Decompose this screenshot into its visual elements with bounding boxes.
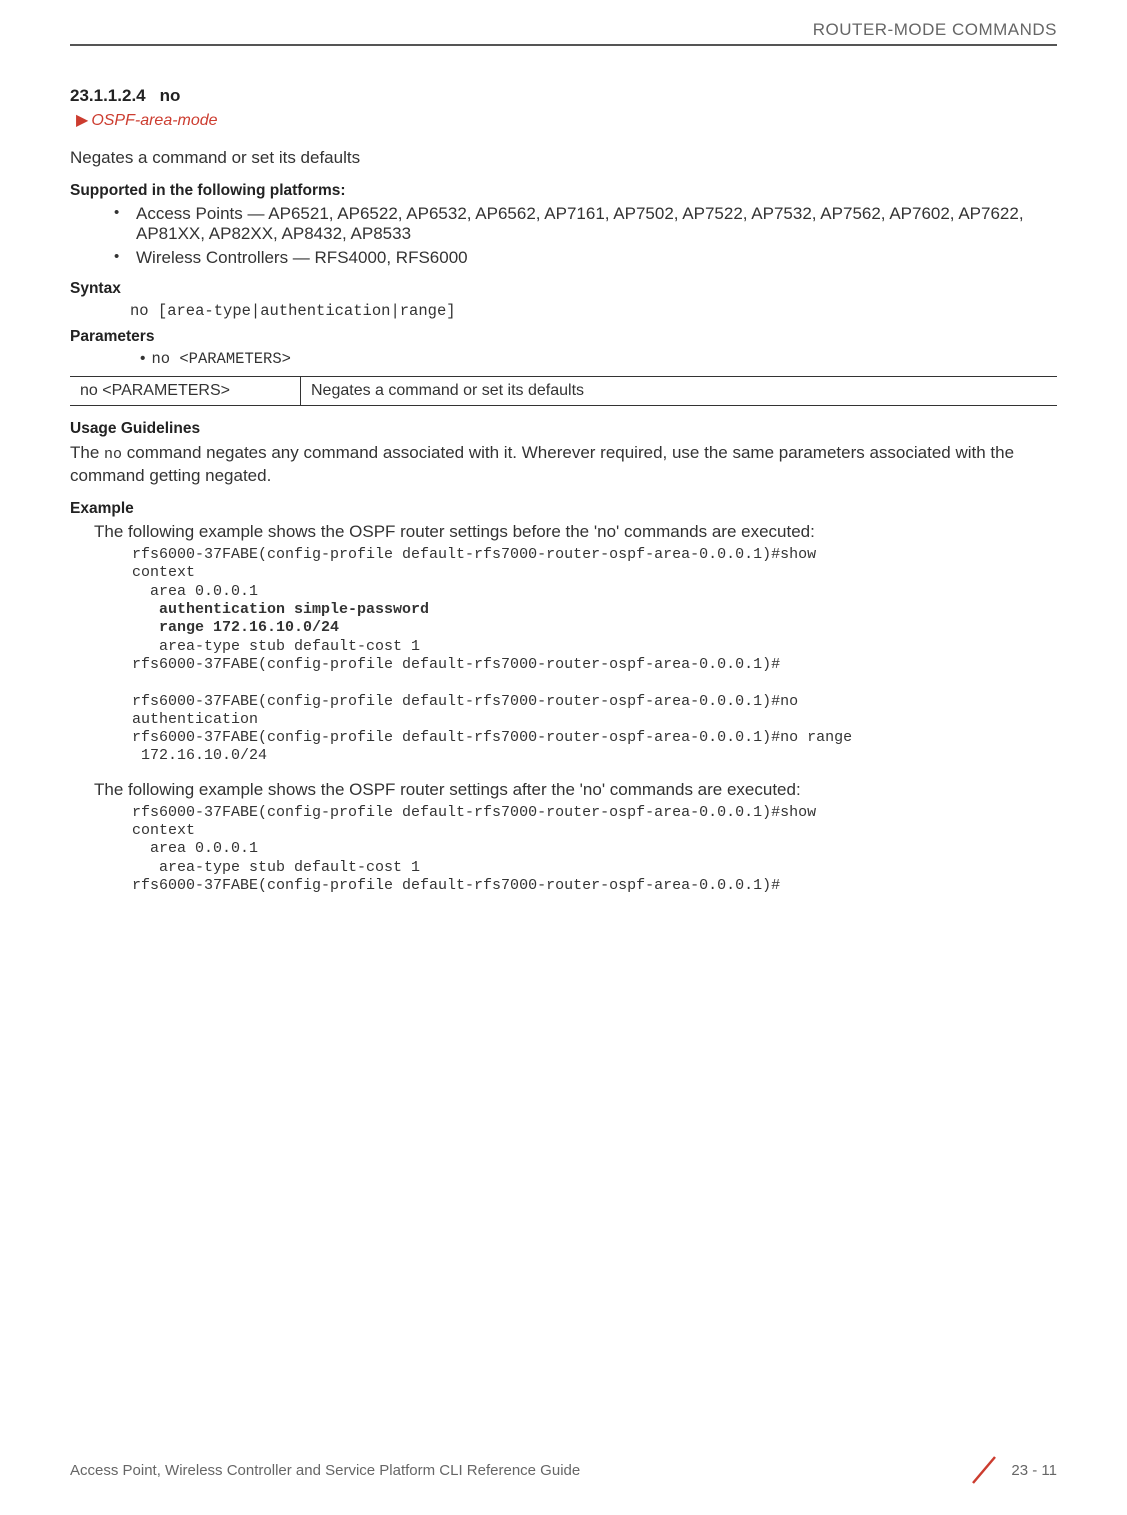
parameters-table: no <PARAMETERS> Negates a command or set… [70,376,1057,406]
cli-line: 172.16.10.0/24 [132,747,267,764]
usage-text-after: command negates any command associated w… [70,443,1014,485]
footer-page-number: 23 - 11 [1011,1462,1057,1479]
cli-line: rfs6000-37FABE(config-profile default-rf… [132,546,825,563]
breadcrumb-text: OSPF-area-mode [91,112,217,129]
cli-line: range 172.16.10.0/24 [132,619,339,636]
cli-line: area-type stub default-cost 1 [132,638,420,655]
cli-line: rfs6000-37FABE(config-profile default-rf… [132,877,780,894]
breadcrumb: ▶OSPF-area-mode [76,110,1057,130]
cli-block-1: rfs6000-37FABE(config-profile default-rf… [132,546,1057,766]
supported-list: Access Points — AP6521, AP6522, AP6532, … [70,204,1057,268]
param-desc-cell: Negates a command or set its defaults [301,377,1058,406]
example-intro-1: The following example shows the OSPF rou… [94,522,1057,542]
cli-line: area-type stub default-cost 1 [132,859,420,876]
header-rule [70,44,1057,46]
example-intro-2: The following example shows the OSPF rou… [94,780,1057,800]
cli-line: rfs6000-37FABE(config-profile default-rf… [132,693,807,710]
supported-heading: Supported in the following platforms: [70,182,1057,200]
cli-line: authentication [132,711,258,728]
usage-heading: Usage Guidelines [70,420,1057,438]
usage-text: The no command negates any command assoc… [70,442,1057,488]
usage-text-before: The [70,443,104,462]
example-heading: Example [70,500,1057,518]
bullet-dot-icon: • [140,350,145,367]
section-number: 23.1.1.2.4 [70,86,146,105]
cli-line: area 0.0.0.1 [132,583,258,600]
table-row: no <PARAMETERS> Negates a command or set… [70,377,1057,406]
cli-line: area 0.0.0.1 [132,840,258,857]
section-title: no [160,86,181,105]
cli-line: rfs6000-37FABE(config-profile default-rf… [132,729,852,746]
breadcrumb-arrow-icon: ▶ [76,110,88,130]
cli-line: authentication simple-password [132,601,429,618]
usage-inline-code: no [104,446,122,463]
section-heading: 23.1.1.2.4 no [70,86,1057,106]
page-footer: Access Point, Wireless Controller and Se… [70,1453,1057,1487]
parameter-code: no <PARAMETERS> [151,350,291,368]
footer-page-box: 23 - 11 [967,1453,1057,1487]
syntax-code: no [area-type|authentication|range] [130,302,1057,320]
parameters-heading: Parameters [70,328,1057,346]
slash-divider-icon [967,1453,1001,1487]
cli-line: context [132,564,195,581]
cli-line: context [132,822,195,839]
syntax-heading: Syntax [70,280,1057,298]
list-item: Wireless Controllers — RFS4000, RFS6000 [114,248,1057,268]
section-description: Negates a command or set its defaults [70,148,1057,168]
cli-block-2: rfs6000-37FABE(config-profile default-rf… [132,804,1057,895]
running-header: ROUTER-MODE COMMANDS [70,20,1057,44]
parameter-bullet: • no <PARAMETERS> [140,350,1057,368]
footer-guide-name: Access Point, Wireless Controller and Se… [70,1462,580,1479]
list-item: Access Points — AP6521, AP6522, AP6532, … [114,204,1057,244]
cli-line: rfs6000-37FABE(config-profile default-rf… [132,656,780,673]
cli-line: rfs6000-37FABE(config-profile default-rf… [132,804,825,821]
param-name-cell: no <PARAMETERS> [70,377,301,406]
